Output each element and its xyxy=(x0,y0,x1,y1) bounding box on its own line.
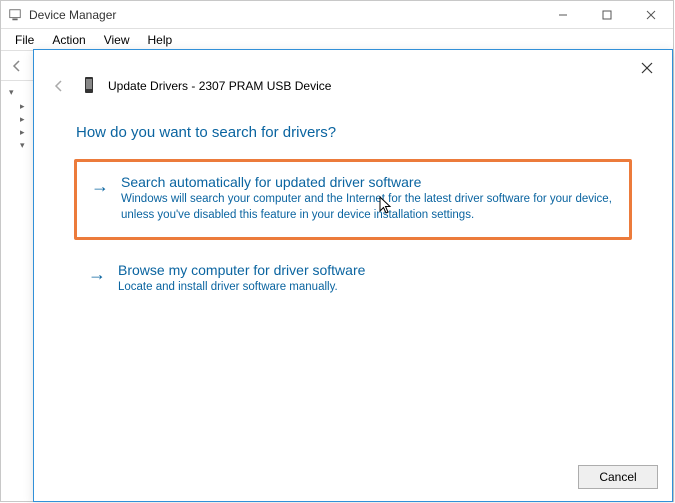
close-button[interactable] xyxy=(629,1,673,29)
update-driver-wizard: Update Drivers - 2307 PRAM USB Device Ho… xyxy=(33,49,673,502)
wizard-back-icon[interactable] xyxy=(48,75,70,97)
wizard-title: Update Drivers - 2307 PRAM USB Device xyxy=(108,79,331,93)
wizard-close-button[interactable] xyxy=(632,56,662,80)
option-body: Search automatically for updated driver … xyxy=(121,174,615,223)
option-title: Browse my computer for driver software xyxy=(118,262,618,278)
option-description: Windows will search your computer and th… xyxy=(121,192,615,223)
window-title: Device Manager xyxy=(29,8,116,22)
arrow-right-icon: → xyxy=(88,264,106,296)
toolbar-back-icon[interactable] xyxy=(5,54,29,78)
menu-bar: File Action View Help xyxy=(1,29,673,51)
option-search-automatically[interactable]: → Search automatically for updated drive… xyxy=(74,159,632,240)
minimize-button[interactable] xyxy=(541,1,585,29)
arrow-right-icon: → xyxy=(91,176,109,223)
tree-expand-icon[interactable]: ▸ xyxy=(20,114,30,125)
device-icon xyxy=(80,74,98,98)
menu-file[interactable]: File xyxy=(7,31,42,49)
device-manager-window: Device Manager File Action View Help xyxy=(0,0,674,502)
menu-view[interactable]: View xyxy=(96,31,138,49)
tree-collapse-icon[interactable]: ▾ xyxy=(9,87,19,98)
device-manager-icon xyxy=(7,7,23,23)
tree-collapse-icon[interactable]: ▾ xyxy=(20,140,30,151)
wizard-options: → Search automatically for updated drive… xyxy=(34,149,672,320)
option-body: Browse my computer for driver software L… xyxy=(118,262,618,296)
option-description: Locate and install driver software manua… xyxy=(118,280,618,296)
option-browse-computer[interactable]: → Browse my computer for driver software… xyxy=(74,250,632,310)
wizard-header: Update Drivers - 2307 PRAM USB Device xyxy=(34,50,672,108)
option-title: Search automatically for updated driver … xyxy=(121,174,615,190)
tree-expand-icon[interactable]: ▸ xyxy=(20,101,30,112)
title-bar: Device Manager xyxy=(1,1,673,29)
cancel-button[interactable]: Cancel xyxy=(578,465,658,489)
tree-expand-icon[interactable]: ▸ xyxy=(20,127,30,138)
menu-help[interactable]: Help xyxy=(140,31,181,49)
window-controls xyxy=(541,1,673,29)
wizard-question: How do you want to search for drivers? xyxy=(34,108,672,149)
menu-action[interactable]: Action xyxy=(44,31,93,49)
maximize-button[interactable] xyxy=(585,1,629,29)
wizard-footer: Cancel xyxy=(578,465,658,489)
